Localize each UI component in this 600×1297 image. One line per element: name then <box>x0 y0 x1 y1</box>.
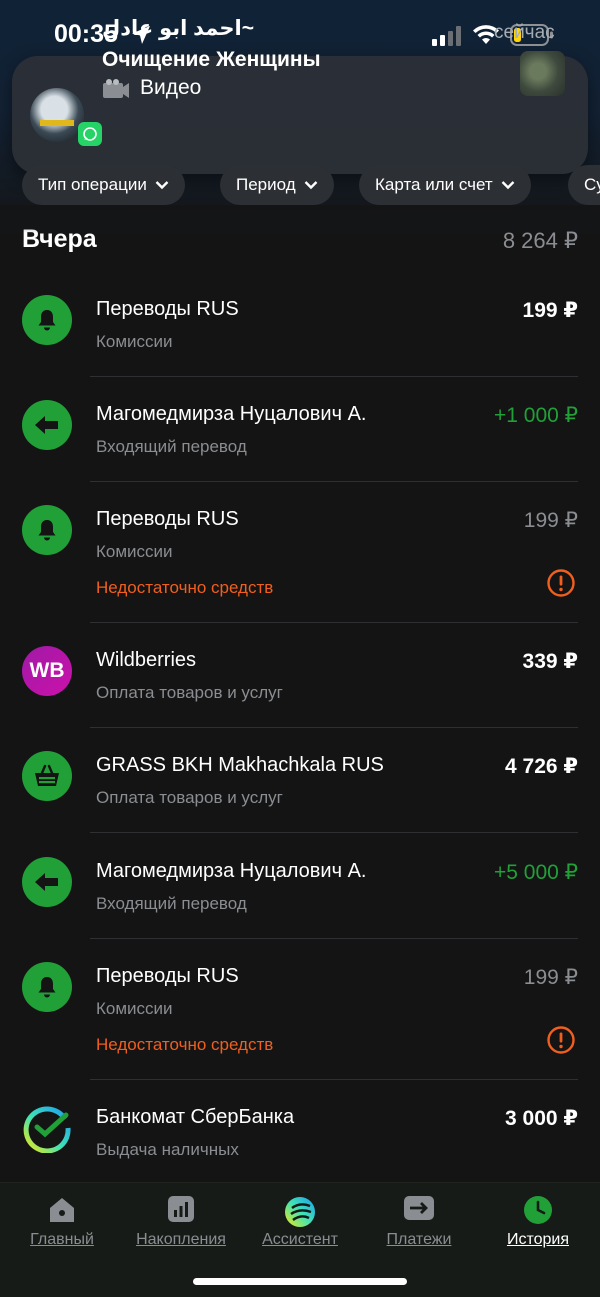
divider <box>90 938 578 939</box>
cellular-signal-icon <box>432 26 461 46</box>
operation-row[interactable]: Переводы RUS Комиссии Недостаточно средс… <box>0 947 600 1079</box>
nav-label: Накопления <box>136 1231 226 1248</box>
operation-name: Переводы RUS <box>96 298 239 320</box>
bell-icon <box>22 962 72 1012</box>
sender-avatar <box>30 88 84 142</box>
operation-amount: 199 ₽ <box>522 299 578 322</box>
operation-error: Недостаточно средств <box>96 578 274 597</box>
divider <box>90 622 578 623</box>
filter-period[interactable]: Период <box>220 165 334 205</box>
operation-name: Переводы RUS <box>96 965 239 987</box>
chevron-down-icon <box>304 181 317 190</box>
nav-item-assistant[interactable]: Ассистент <box>240 1183 360 1263</box>
divider <box>90 727 578 728</box>
operation-category: Оплата товаров и услуг <box>96 683 283 702</box>
notification-time: сейчас <box>494 22 555 43</box>
operation-name: Магомедмирза Нуцалович А. <box>96 403 367 425</box>
operation-amount: 4 726 ₽ <box>505 755 578 778</box>
nav-label: История <box>506 1231 570 1248</box>
operation-category: Комиссии <box>96 332 173 351</box>
operation-amount: +5 000 ₽ <box>493 861 578 884</box>
operation-row[interactable]: Переводы RUS Комиссии 199 ₽ <box>0 280 600 376</box>
filter-label: Тип операции <box>38 175 147 194</box>
operation-row[interactable]: Банкомат СберБанка Выдача наличных 3 000… <box>0 1088 600 1184</box>
notification-title: Очищение Женщины <box>102 48 321 71</box>
bell-icon <box>22 295 72 345</box>
operation-row[interactable]: GRASS BKH Makhachkala RUS Оплата товаров… <box>0 736 600 832</box>
operation-name: GRASS BKH Makhachkala RUS <box>96 754 384 776</box>
filter-card-or-account[interactable]: Карта или счет <box>359 165 531 205</box>
operation-name: Переводы RUS <box>96 508 239 530</box>
operation-category: Комиссии <box>96 999 173 1018</box>
clock-icon <box>524 1196 552 1224</box>
basket-icon <box>22 751 72 801</box>
nav-item-payments[interactable]: Платежи <box>359 1183 479 1263</box>
operation-category: Комиссии <box>96 542 173 561</box>
operation-row[interactable]: Переводы RUS Комиссии Недостаточно средс… <box>0 490 600 622</box>
whatsapp-icon <box>78 122 102 146</box>
operation-category: Оплата товаров и услуг <box>96 788 283 807</box>
operation-error: Недостаточно средств <box>96 1035 274 1054</box>
filter-bar: Тип операции Период Карта или счет Су <box>22 165 600 205</box>
whatsapp-notification[interactable] <box>12 56 588 174</box>
nav-label: Платежи <box>386 1231 452 1248</box>
nav-item-history[interactable]: История <box>478 1183 598 1263</box>
nav-item-home[interactable]: Главный <box>2 1183 122 1263</box>
filter-label: Карта или счет <box>375 175 493 194</box>
chart-icon <box>168 1196 194 1222</box>
divider <box>90 1079 578 1080</box>
warning-icon <box>547 569 575 597</box>
filter-sum[interactable]: Су <box>568 165 600 205</box>
assistant-icon <box>285 1197 315 1227</box>
home-icon <box>50 1198 74 1222</box>
operation-name: Банкомат СберБанка <box>96 1106 295 1128</box>
chevron-down-icon <box>155 181 169 190</box>
operation-name: Магомедмирза Нуцалович А. <box>96 860 367 882</box>
operation-category: Входящий перевод <box>96 437 247 456</box>
filter-operation-type[interactable]: Тип операции <box>22 165 185 205</box>
filter-label: Период <box>236 175 296 194</box>
video-camera-icon <box>103 79 129 98</box>
operation-amount: +1 000 ₽ <box>493 404 578 427</box>
notification-sender: ~احمد ابو عادل <box>102 17 254 40</box>
divider <box>90 832 578 833</box>
home-indicator[interactable] <box>193 1278 407 1285</box>
operation-row[interactable]: WB Wildberries Оплата товаров и услуг 33… <box>0 631 600 727</box>
sber-logo <box>22 1103 72 1153</box>
operation-category: Выдача наличных <box>96 1140 239 1159</box>
operation-row[interactable]: Магомедмирза Нуцалович А. Входящий перев… <box>0 385 600 481</box>
arrow-left-icon <box>22 400 72 450</box>
notification-body: Видео <box>140 76 202 99</box>
operation-amount: 339 ₽ <box>522 650 578 673</box>
wb-logo-text: WB <box>29 659 65 682</box>
divider <box>90 481 578 482</box>
operation-name: Wildberries <box>96 649 197 671</box>
transfer-icon <box>404 1196 434 1220</box>
header-fade <box>0 205 600 233</box>
divider <box>90 376 578 377</box>
operation-amount: 199 ₽ <box>523 509 578 532</box>
operation-amount: 199 ₽ <box>523 966 578 989</box>
chevron-down-icon <box>501 181 515 190</box>
bell-icon <box>22 505 72 555</box>
operation-amount: 3 000 ₽ <box>505 1107 578 1130</box>
wildberries-logo: WB <box>22 646 72 696</box>
warning-icon <box>547 1026 575 1054</box>
filter-label: Су <box>584 175 600 194</box>
nav-item-savings[interactable]: Накопления <box>121 1183 241 1263</box>
nav-label: Ассистент <box>262 1231 338 1248</box>
operation-category: Входящий перевод <box>96 894 247 913</box>
nav-label: Главный <box>30 1231 94 1248</box>
operation-row[interactable]: Магомедмирза Нуцалович А. Входящий перев… <box>0 842 600 938</box>
arrow-left-icon <box>22 857 72 907</box>
notification-thumbnail <box>520 51 565 96</box>
